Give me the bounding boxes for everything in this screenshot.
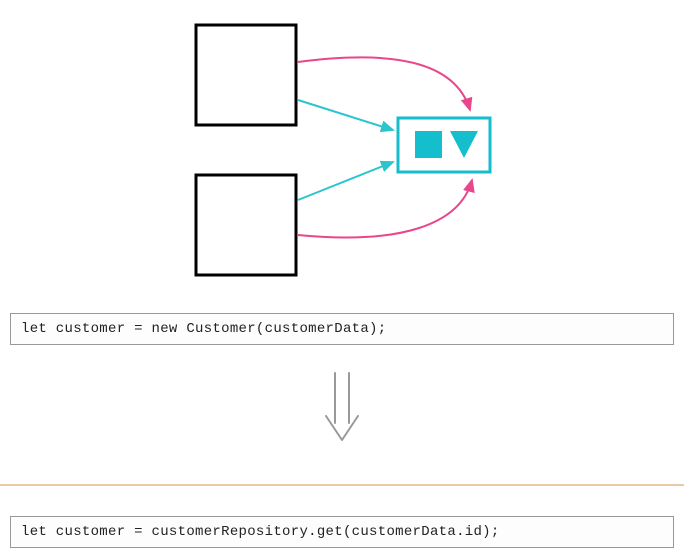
section-divider [0,484,684,486]
client-box-bottom [196,175,296,275]
transform-arrow-icon [320,368,364,448]
diagram-svg [0,10,684,310]
arrow-teal-top [298,100,393,130]
arrow-teal-bottom [298,162,393,200]
repository-box [398,118,490,172]
code-before-box: let customer = new Customer(customerData… [10,313,674,345]
refactoring-diagram [0,10,684,310]
repository-shape-square [415,131,442,158]
repository-shape-triangle [450,131,478,158]
arrow-pink-top [298,57,470,110]
code-after-text: let customer = customerRepository.get(cu… [21,524,500,540]
code-after-box: let customer = customerRepository.get(cu… [10,516,674,548]
client-box-top [196,25,296,125]
code-before-text: let customer = new Customer(customerData… [21,321,386,337]
